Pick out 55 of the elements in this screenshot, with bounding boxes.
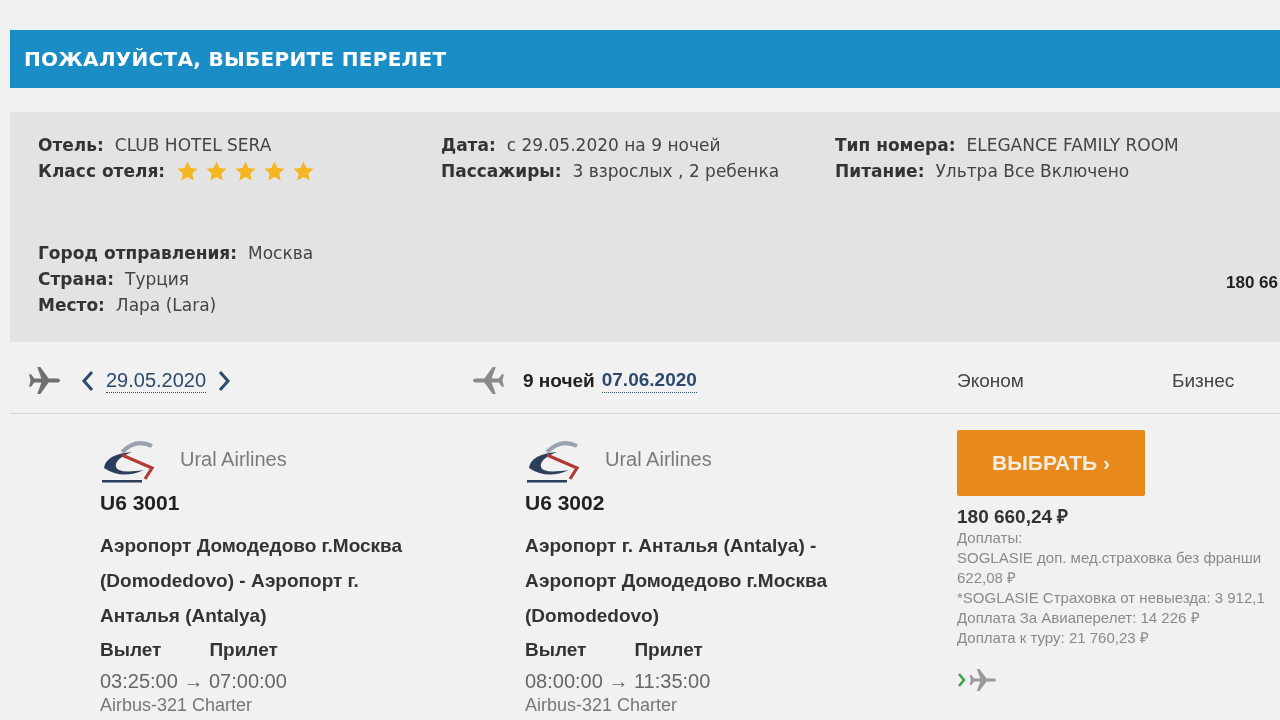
field-label: Класс отеля: <box>38 161 166 181</box>
field-value: 3 взрослых , 2 ребенка <box>572 161 780 181</box>
route-text: Аэропорт Домодедово г.Москва (Domodedovo) - Аэропорт г. Анталья (Antalya) <box>100 534 404 628</box>
star-icon <box>292 159 316 183</box>
surcharge-line: Доплата За Авиаперелет: 14 226 ₽ <box>957 608 1200 628</box>
fare-class-heading: Бизнес <box>1172 369 1236 392</box>
total-price: 180 66 <box>1226 273 1279 293</box>
airline-name: Ural Airlines <box>605 448 712 471</box>
field-label: Тип номера: <box>835 135 956 155</box>
field-value: ELEGANCE FAMILY ROOM <box>966 135 1179 155</box>
surcharge-line: SOGLASIE доп. мед.страховка без франши <box>957 548 1262 568</box>
airplane-icon <box>472 364 505 397</box>
chevron-left-icon[interactable] <box>81 368 95 393</box>
flight-times: 08:00:00 → 11:35:00 <box>525 669 712 694</box>
departure-label: Вылет <box>100 638 162 662</box>
offer-price: 180 660,24 ₽ <box>957 506 1069 528</box>
departure-label: Вылет <box>525 638 587 662</box>
field-label: Страна: <box>38 269 114 289</box>
field-value: с 29.05.2020 на 9 ночей <box>506 135 721 155</box>
field-label: Пассажиры: <box>441 161 562 181</box>
field-value: CLUB HOTEL SERA <box>114 135 272 155</box>
airplane-icon <box>957 666 997 694</box>
field-value: Москва <box>248 243 314 263</box>
flight-times: 03:25:00 → 07:00:00 <box>100 669 288 694</box>
aircraft-text: Airbus-321 Charter <box>100 695 254 715</box>
surcharges-label: Доплаты: <box>957 528 1023 548</box>
chevron-right-icon[interactable] <box>217 368 232 393</box>
arrival-label: Прилет <box>209 638 278 662</box>
page-title: ПОЖАЛУЙСТА, ВЫБЕРИТЕ ПЕРЕЛЕТ <box>24 47 447 71</box>
field-value: Лара (Lara) <box>115 295 217 315</box>
surcharge-line: Доплата к туру: 21 760,23 ₽ <box>957 628 1149 648</box>
airplane-icon <box>28 364 61 397</box>
date-link[interactable]: 29.05.2020 <box>106 368 207 393</box>
star-icon <box>176 159 200 183</box>
star-icon <box>234 159 258 183</box>
nights-label: 9 ночей <box>523 369 595 392</box>
star-icon <box>205 159 229 183</box>
field-label: Отель: <box>38 135 104 155</box>
aircraft-text: Airbus-321 Charter <box>525 695 679 715</box>
field-label: Город отправления: <box>38 243 238 263</box>
surcharge-line: *SOGLASIE Страховка от невыезда: 3 912,1 <box>957 588 1265 608</box>
date-link[interactable]: 07.06.2020 <box>601 368 697 393</box>
field-value: Турция <box>125 269 190 289</box>
fare-class-heading: Эконом <box>957 369 1025 392</box>
surcharge-line: 622,08 ₽ <box>957 568 1017 588</box>
airline-name: Ural Airlines <box>180 448 287 471</box>
field-label: Дата: <box>441 135 496 155</box>
route-text: Аэропорт г. Анталья (Antalya) - Аэропорт Домодедово г.Москва (Domodedovo) <box>525 534 829 628</box>
field-label: Место: <box>38 295 105 315</box>
field-label: Питание: <box>835 161 925 181</box>
arrival-label: Прилет <box>634 638 703 662</box>
flight-number: U6 3001 <box>100 490 181 516</box>
flight-number: U6 3002 <box>525 490 606 516</box>
field-value: Ультра Все Включено <box>935 161 1130 181</box>
star-icon <box>263 159 287 183</box>
